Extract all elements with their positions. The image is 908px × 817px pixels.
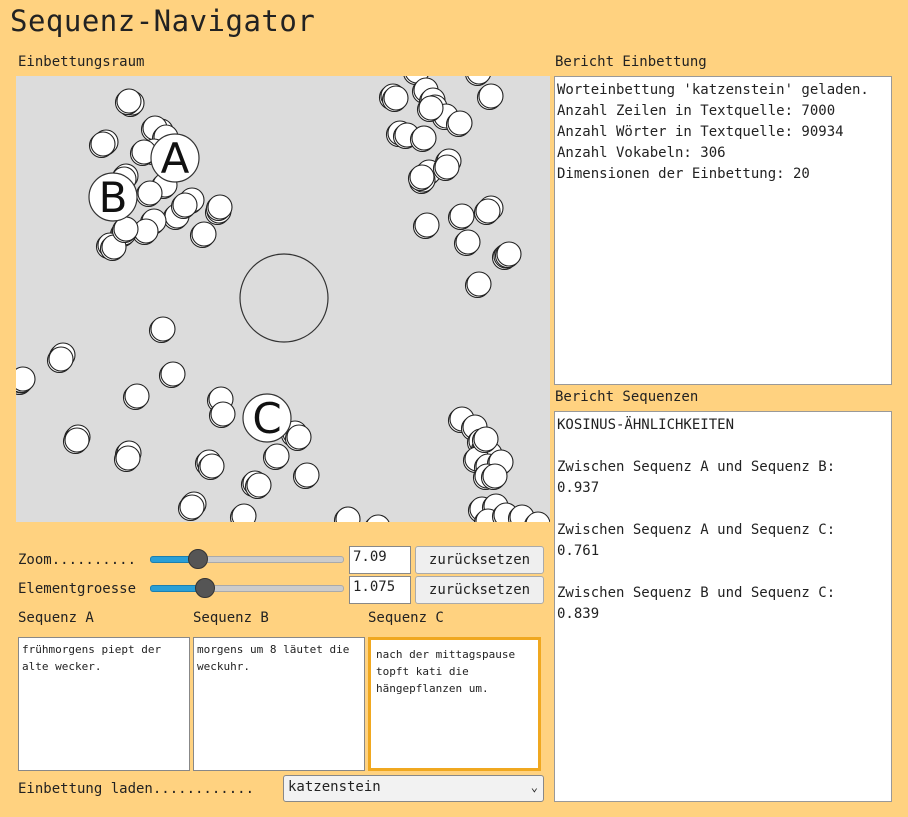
embedding-space-plot[interactable]: A B C (16, 76, 550, 522)
element-size-value-input[interactable]: 1.075 (349, 576, 411, 604)
chevron-down-icon: ⌄ (530, 780, 538, 794)
word-point (210, 401, 236, 427)
element-size-slider-thumb[interactable] (195, 578, 216, 598)
word-point (482, 463, 508, 489)
word-point (191, 221, 217, 247)
word-point (455, 229, 481, 255)
word-point (90, 131, 116, 157)
word-point (366, 514, 390, 522)
element-size-slider[interactable] (150, 578, 344, 598)
element-size-reset-button[interactable]: zurücksetzen (415, 576, 544, 604)
word-point (496, 241, 522, 267)
sequences-report: KOSINUS-ÄHNLICHKEITEN Zwischen Sequenz A… (554, 411, 892, 802)
sequence-c-textarea[interactable]: nach der mittagspause topft kati die hän… (368, 637, 541, 771)
word-point (466, 271, 492, 297)
word-points (16, 76, 550, 522)
zoom-slider-thumb[interactable] (187, 549, 208, 569)
zoom-value-input[interactable]: 7.09 (349, 546, 411, 574)
word-point (231, 503, 257, 522)
origin-circle (239, 253, 329, 343)
space-label: Einbettungsraum (18, 54, 145, 70)
sequence-a-label: Sequenz A (18, 610, 94, 626)
word-point (16, 366, 36, 392)
word-point (64, 427, 90, 453)
word-point (199, 453, 225, 479)
word-point (411, 125, 437, 151)
word-point (475, 198, 501, 224)
word-point (473, 426, 499, 452)
word-point (48, 346, 74, 372)
zoom-slider[interactable] (150, 549, 344, 569)
word-point (116, 88, 142, 114)
sequence-b-textarea[interactable]: morgens um 8 läutet die weckuhr. (193, 637, 365, 771)
marker-b-label: B (99, 173, 128, 222)
sequence-a-textarea[interactable]: frühmorgens piept der alte wecker. (18, 637, 190, 771)
sequences-report-label: Bericht Sequenzen (555, 389, 699, 405)
app-title: Sequenz-Navigator (10, 4, 316, 38)
embedding-report-label: Bericht Einbettung (555, 54, 707, 70)
sequence-marker-c[interactable]: C (242, 393, 292, 443)
word-point (447, 110, 473, 136)
word-point (418, 95, 444, 121)
word-point (335, 506, 361, 522)
zoom-label: Zoom.......... (18, 552, 137, 568)
word-point (124, 383, 150, 409)
word-point (160, 361, 186, 387)
word-point (179, 494, 205, 520)
embedding-select[interactable]: katzenstein ⌄ (283, 775, 544, 802)
sequence-c-label: Sequenz C (368, 610, 444, 626)
word-point (294, 462, 320, 488)
embedding-space-canvas[interactable]: A B C (16, 76, 550, 522)
sequence-b-label: Sequenz B (193, 610, 269, 626)
word-point (207, 194, 233, 220)
word-point (383, 85, 409, 111)
element-size-label: Elementgroesse (18, 581, 137, 597)
sequence-marker-b[interactable]: B (88, 172, 138, 222)
word-point (150, 316, 176, 342)
word-point (409, 164, 435, 190)
word-point (264, 443, 290, 469)
zoom-reset-button[interactable]: zurücksetzen (415, 546, 544, 574)
sequence-marker-a[interactable]: A (150, 133, 200, 183)
word-point (434, 154, 460, 180)
word-point (449, 203, 475, 229)
marker-c-label: C (252, 394, 281, 443)
word-point (172, 192, 198, 218)
marker-a-label: A (161, 134, 190, 183)
word-point (246, 472, 272, 498)
embedding-select-value: katzenstein (288, 779, 381, 795)
load-embedding-label: Einbettung laden............ (18, 781, 255, 797)
embedding-report: Worteinbettung 'katzenstein' geladen. An… (554, 76, 892, 385)
word-point (414, 212, 440, 238)
word-point (115, 445, 141, 471)
word-point (137, 180, 163, 206)
word-point (286, 424, 312, 450)
word-point (478, 83, 504, 109)
